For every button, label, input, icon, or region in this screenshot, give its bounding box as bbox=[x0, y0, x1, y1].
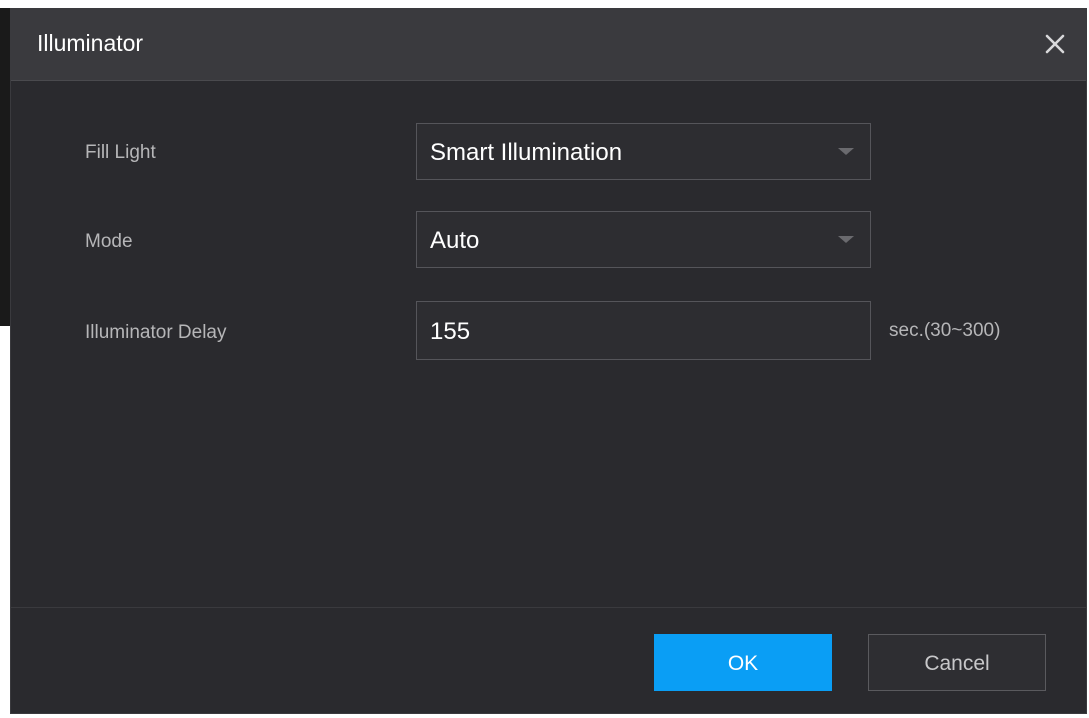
mode-label: Mode bbox=[85, 231, 133, 252]
chevron-down-icon bbox=[838, 236, 854, 243]
illuminator-delay-value: 155 bbox=[430, 318, 471, 345]
illuminator-delay-input[interactable]: 155 bbox=[416, 301, 871, 360]
ok-button[interactable]: OK bbox=[654, 634, 832, 691]
illuminator-delay-unit: sec.(30~300) bbox=[889, 320, 1001, 341]
illuminator-delay-label: Illuminator Delay bbox=[85, 322, 227, 343]
fill-light-label: Fill Light bbox=[85, 142, 156, 163]
illuminator-dialog: Illuminator Fill Light Smart Illuminatio… bbox=[10, 8, 1087, 714]
background-edge bbox=[0, 8, 10, 326]
dialog-titlebar: Illuminator bbox=[11, 9, 1086, 81]
fill-light-value: Smart Illumination bbox=[430, 139, 623, 166]
cancel-button[interactable]: Cancel bbox=[868, 634, 1046, 691]
fill-light-select[interactable]: Smart Illumination bbox=[416, 123, 871, 180]
mode-select[interactable]: Auto bbox=[416, 211, 871, 268]
mode-value: Auto bbox=[430, 227, 480, 254]
chevron-down-icon bbox=[838, 148, 854, 155]
close-icon[interactable] bbox=[1040, 29, 1070, 59]
dialog-title: Illuminator bbox=[37, 30, 144, 56]
footer-divider bbox=[11, 607, 1086, 608]
